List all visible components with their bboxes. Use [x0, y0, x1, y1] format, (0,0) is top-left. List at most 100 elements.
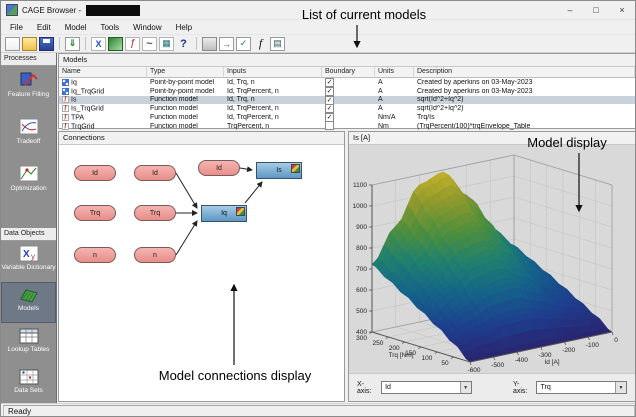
svg-text:250: 250 — [372, 340, 383, 347]
lookup-tables-icon — [19, 328, 38, 344]
fit-model-icon[interactable] — [253, 37, 268, 51]
sidebar-item-optimization[interactable]: Optimization — [1, 160, 56, 207]
boundary-checkbox[interactable]: ✓ — [325, 86, 334, 96]
column-header-type[interactable]: Type — [147, 67, 224, 78]
menu-tools[interactable]: Tools — [93, 22, 126, 33]
svg-text:800: 800 — [356, 245, 367, 252]
surface-plot-area[interactable]: 400 500 600 700 800 900 1000 1100 50 100 150 200 250… — [349, 145, 635, 374]
minimize-button[interactable]: – — [557, 1, 583, 19]
variable-node-id[interactable]: Id — [74, 165, 116, 181]
y-axis-value: Trq — [540, 384, 551, 391]
annotation-model-connections-display: Model connections display — [158, 368, 312, 383]
table-header: Name Type Inputs Boundary Units Descript… — [59, 67, 635, 78]
sidebar-item-models[interactable]: Models — [1, 282, 56, 323]
table-row[interactable]: IsFunction model Id, Trq, n ✓ Asqrt(Id^2+Iq… — [59, 95, 635, 105]
model-node-is[interactable]: Is — [256, 162, 302, 179]
new-tradeoff-icon[interactable] — [142, 36, 157, 51]
y-axis-select[interactable]: Trq ▼ — [536, 381, 627, 394]
cell-units: A — [378, 78, 383, 86]
data-objects-header: Data Objects — [1, 228, 56, 241]
surface-plot[interactable]: 4005006007008009001000110050100150200250… — [349, 145, 635, 374]
table-row[interactable]: Iq Point-by-point model Id, Trq, n ✓ A Create… — [59, 77, 635, 87]
variable-node-trq[interactable]: Trq — [134, 205, 176, 221]
new-feature-icon[interactable] — [125, 36, 140, 51]
boundary-checkbox[interactable] — [325, 120, 334, 130]
cell-inputs: Id, Trq, n — [227, 96, 255, 104]
model-node-label: Is — [276, 167, 282, 174]
svg-text:-300: -300 — [538, 352, 551, 359]
export-model-icon[interactable] — [219, 36, 234, 51]
chevron-down-icon[interactable]: ▼ — [615, 382, 626, 393]
column-header-inputs[interactable]: Inputs — [224, 67, 322, 78]
sidebar-item-feature-filling[interactable]: Feature Filling — [1, 66, 56, 113]
table-row[interactable]: Iq_TrqGrid Point-by-point model Id, TrqPer… — [59, 86, 635, 96]
print-icon[interactable] — [202, 36, 217, 51]
cell-desc: Created by aperkins on 03-May-2023 — [417, 78, 533, 86]
import-data-icon[interactable] — [65, 36, 80, 51]
cell-inputs: Id, TrqPercent, n — [227, 87, 279, 95]
connections-canvas[interactable]: Id Id Id Trq Trq n n Is Iq — [59, 145, 344, 401]
tradeoff-icon — [19, 118, 38, 135]
open-project-icon[interactable] — [22, 36, 37, 51]
function-model-icon — [62, 113, 69, 121]
cell-inputs: Id, Trq, n — [227, 78, 255, 86]
model-node-iq[interactable]: Iq — [201, 205, 247, 222]
column-header-name[interactable]: Name — [59, 67, 147, 78]
menu-edit[interactable]: Edit — [30, 22, 58, 33]
variable-node-n[interactable]: n — [74, 247, 116, 263]
boundary-checkbox[interactable]: ✓ — [325, 77, 334, 87]
evaluate-model-icon[interactable] — [236, 36, 251, 51]
svg-text:200: 200 — [389, 345, 400, 352]
menu-model[interactable]: Model — [58, 22, 94, 33]
cell-name: Is — [59, 96, 147, 104]
models-panel: Models Name Type Inputs Boundary Units D… — [58, 53, 635, 131]
menu-help[interactable]: Help — [169, 22, 199, 33]
sidebar-item-lookup-tables[interactable]: Lookup Tables — [1, 323, 56, 364]
svg-text:1100: 1100 — [353, 182, 367, 189]
x-axis-value: Id — [385, 384, 391, 391]
close-button[interactable]: × — [609, 1, 635, 19]
svg-text:700: 700 — [356, 266, 367, 273]
cell-desc: Trq/Is — [417, 114, 435, 122]
x-axis-select[interactable]: Id ▼ — [381, 381, 472, 394]
column-header-units[interactable]: Units — [375, 67, 414, 78]
table-row[interactable]: TrqGridFunction model TrqPercent, n Nm (Trq… — [59, 120, 635, 131]
new-model-icon[interactable] — [108, 36, 123, 51]
variable-node-id[interactable]: Id — [134, 165, 176, 181]
menu-window[interactable]: Window — [126, 22, 168, 33]
new-variable-icon[interactable] — [91, 36, 106, 51]
connection-arrows — [175, 166, 263, 256]
cell-inputs: Id, TrqPercent, n — [227, 114, 279, 122]
cell-units: A — [378, 87, 383, 95]
svg-text:300: 300 — [356, 335, 367, 342]
variable-node-trq[interactable]: Trq — [74, 205, 116, 221]
menu-file[interactable]: File — [3, 22, 30, 33]
chevron-down-icon[interactable]: ▼ — [459, 382, 471, 393]
svg-text:900: 900 — [356, 224, 367, 231]
save-project-icon[interactable] — [39, 36, 54, 51]
point-model-icon — [62, 87, 69, 95]
feature-filling-icon — [20, 72, 38, 86]
svg-text:-100: -100 — [586, 342, 599, 349]
svg-text:y: y — [31, 252, 35, 261]
view-details-icon[interactable] — [270, 36, 285, 51]
new-dataset-icon[interactable] — [159, 36, 174, 51]
help-icon[interactable] — [176, 37, 191, 51]
redacted-project-name — [86, 4, 141, 16]
maximize-button[interactable]: □ — [583, 1, 609, 19]
sidebar-item-tradeoff[interactable]: Tradeoff — [1, 113, 56, 160]
model-node-label: Iq — [221, 210, 227, 217]
table-row[interactable]: Is_TrqGridFunction model Id, TrqPercent, … — [59, 104, 635, 114]
sidebar-item-variable-dictionary[interactable]: Xy Variable Dictionary — [1, 241, 56, 282]
new-project-icon[interactable] — [5, 36, 20, 51]
column-header-boundary[interactable]: Boundary — [322, 67, 375, 78]
cell-units: Nm/A — [378, 114, 396, 122]
variable-node-id[interactable]: Id — [198, 160, 240, 176]
connections-panel: Connections Id Id Id Trq Trq n n Is Iq — [58, 131, 345, 402]
variable-node-n[interactable]: n — [134, 247, 176, 263]
sidebar-item-data-sets[interactable]: Data Sets — [1, 364, 56, 405]
boundary-checkbox[interactable]: ✓ — [325, 95, 334, 105]
boundary-checkbox[interactable]: ✓ — [325, 104, 334, 114]
column-header-description[interactable]: Description — [414, 67, 635, 78]
